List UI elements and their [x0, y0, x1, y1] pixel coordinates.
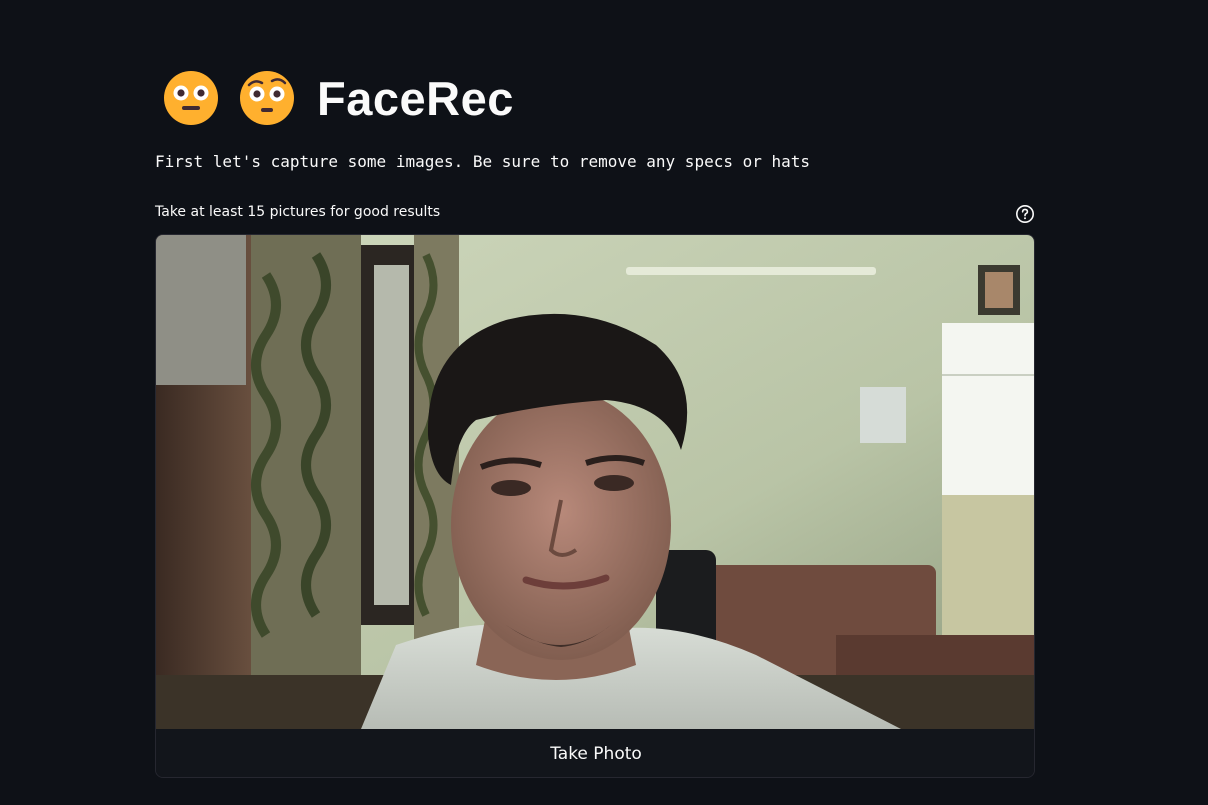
- take-photo-button[interactable]: Take Photo: [156, 729, 1034, 777]
- camera-input: Take Photo: [155, 234, 1035, 778]
- raised-eyebrow-face-icon: [240, 71, 294, 125]
- help-circle-icon[interactable]: [1015, 204, 1035, 224]
- page-title: FaceRec: [317, 71, 514, 125]
- title-row: FaceRec: [163, 66, 514, 130]
- intro-text: First let's capture some images. Be sure…: [155, 152, 811, 171]
- webcam-feed: [156, 235, 1034, 729]
- flushed-neutral-face-icon: [164, 71, 218, 125]
- camera-input-label: Take at least 15 pictures for good resul…: [155, 204, 441, 220]
